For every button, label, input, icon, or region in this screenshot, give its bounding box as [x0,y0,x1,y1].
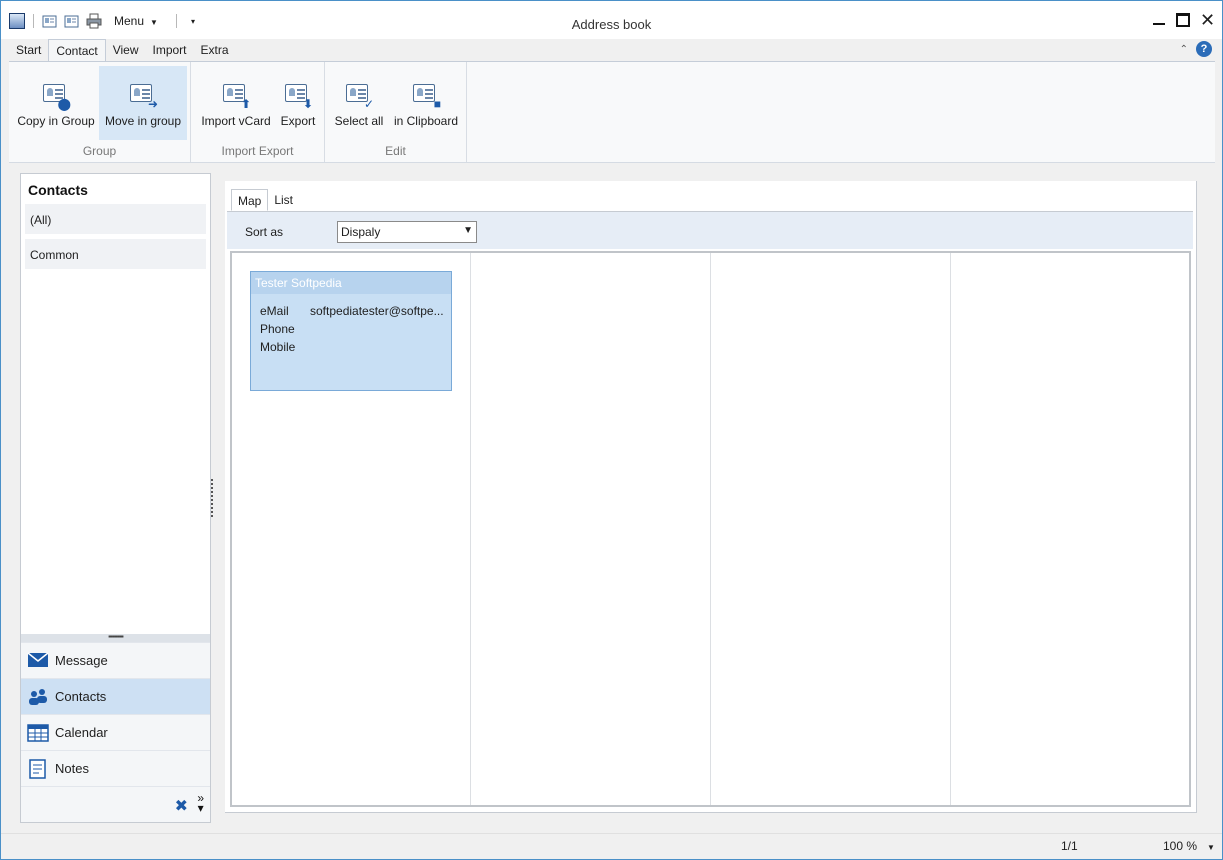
folder-item-common[interactable]: Common [25,239,206,269]
nav-item-label: Notes [55,761,89,776]
column-divider [710,253,711,805]
contact-card[interactable]: Tester Softpedia eMail softpediatester@s… [250,271,452,391]
copy-in-group-icon: ⬤ [41,80,71,110]
chevron-down-icon: ▼ [463,225,473,236]
move-in-group-label: Move in group [104,114,182,128]
help-area: ⌃ ? [1180,41,1212,57]
collapse-ribbon-icon[interactable]: ⌃ [1180,44,1188,55]
tab-extra[interactable]: Extra [194,39,236,61]
sort-select[interactable]: Dispaly ▼ [337,221,477,243]
in-clipboard-label: in Clipboard [393,114,459,128]
import-vcard-label: Import vCard [201,114,271,128]
ribbon-group-label: Import Export [221,144,294,158]
contacts-view: Map List Sort as Dispaly ▼ Tester Softpe… [225,181,1197,813]
ribbon-tabs: Start Contact View Import Extra [9,39,236,61]
nav-item-label: Calendar [55,725,108,740]
move-in-group-icon: ➜ [128,80,158,110]
ribbon-group-label: Group [82,144,117,158]
in-clipboard-button[interactable]: ■ in Clipboard [391,68,461,134]
view-tabs: Map List [231,189,299,211]
envelope-icon [27,651,49,671]
nav-item-notes[interactable]: Notes [21,750,210,786]
ribbon-group-group: ⬤ Copy in Group ➜ Move in group Group [9,62,191,162]
zoom-control[interactable]: 100 % ▼ [1163,839,1215,853]
status-bar: 1/1 100 % ▼ [1,833,1222,859]
contact-card-name: Tester Softpedia [251,272,451,294]
nav-item-label: Message [55,653,108,668]
folder-item-all[interactable]: (All) [25,204,206,234]
field-value-email: softpediatester@softpe... [310,304,444,318]
sidebar-splitter[interactable]: ▪▪▪▪▪▪▪▪ [21,633,210,642]
tab-contact[interactable]: Contact [48,39,106,61]
nav-item-message[interactable]: Message [21,642,210,678]
field-label-mobile: Mobile [260,340,296,354]
ribbon-group-label: Edit [385,144,406,158]
tools-icon[interactable]: ✖ [175,796,188,816]
sort-select-value: Dispaly [341,225,381,239]
select-all-icon: ✓ [344,80,374,110]
calendar-icon [27,723,49,743]
clipboard-icon: ■ [411,80,441,110]
tab-list[interactable]: List [268,189,299,211]
copy-in-group-button[interactable]: ⬤ Copy in Group [17,68,95,134]
column-divider [950,253,951,805]
people-icon [27,687,49,707]
ribbon-group-import-export: ⬆ Import vCard ⬇ Export Import Export [191,62,325,162]
export-icon: ⬇ [283,80,313,110]
address-book-window: Menu ▼ ▾ Address book ✕ Start Contact Vie… [0,0,1223,860]
zoom-value: 100 % [1163,839,1198,853]
import-vcard-button[interactable]: ⬆ Import vCard [197,68,275,134]
export-button[interactable]: ⬇ Export [277,68,319,134]
tab-view[interactable]: View [106,39,146,61]
title-bar: Menu ▼ ▾ Address book ✕ [1,1,1222,39]
maximize-icon[interactable] [1176,13,1190,27]
nav-item-calendar[interactable]: Calendar [21,714,210,750]
tab-import[interactable]: Import [146,39,194,61]
window-controls: ✕ [1152,11,1215,29]
card-area: Tester Softpedia eMail softpediatester@s… [230,251,1191,807]
vertical-splitter[interactable] [211,479,215,517]
field-label-phone: Phone [260,322,295,336]
copy-in-group-label: Copy in Group [17,114,95,128]
window-title: Address book [571,17,652,32]
page-indicator: 1/1 [1061,839,1078,853]
minimize-icon[interactable] [1152,13,1166,27]
select-all-label: Select all [334,114,384,128]
contacts-sidebar: Contacts (All) Common ▪▪▪▪▪▪▪▪ Message C… [20,173,211,823]
more-nav-icon[interactable]: » ▾ [197,792,204,814]
ribbon-panel: ⬤ Copy in Group ➜ Move in group Group ⬆ … [9,61,1215,163]
help-icon[interactable]: ? [1196,41,1212,57]
field-label-email: eMail [260,304,289,318]
nav-toolbar: ✖ » ▾ [21,786,210,822]
export-label: Export [280,114,316,128]
close-icon[interactable]: ✕ [1200,11,1215,29]
import-vcard-icon: ⬆ [221,80,251,110]
notes-icon [27,758,49,779]
sort-label: Sort as [245,225,284,239]
select-all-button[interactable]: ✓ Select all [333,68,385,134]
tab-start[interactable]: Start [9,39,48,61]
tab-map[interactable]: Map [231,189,269,211]
move-in-group-button[interactable]: ➜ Move in group [99,66,187,140]
nav-item-contacts[interactable]: Contacts [21,678,210,714]
nav-item-label: Contacts [55,689,107,704]
sort-bar: Sort as Dispaly ▼ [227,211,1193,249]
chevron-down-icon: ▼ [1207,843,1215,852]
ribbon-group-edit: ✓ Select all ■ in Clipboard Edit [325,62,467,162]
column-divider [470,253,471,805]
sidebar-title: Contacts [28,182,88,198]
